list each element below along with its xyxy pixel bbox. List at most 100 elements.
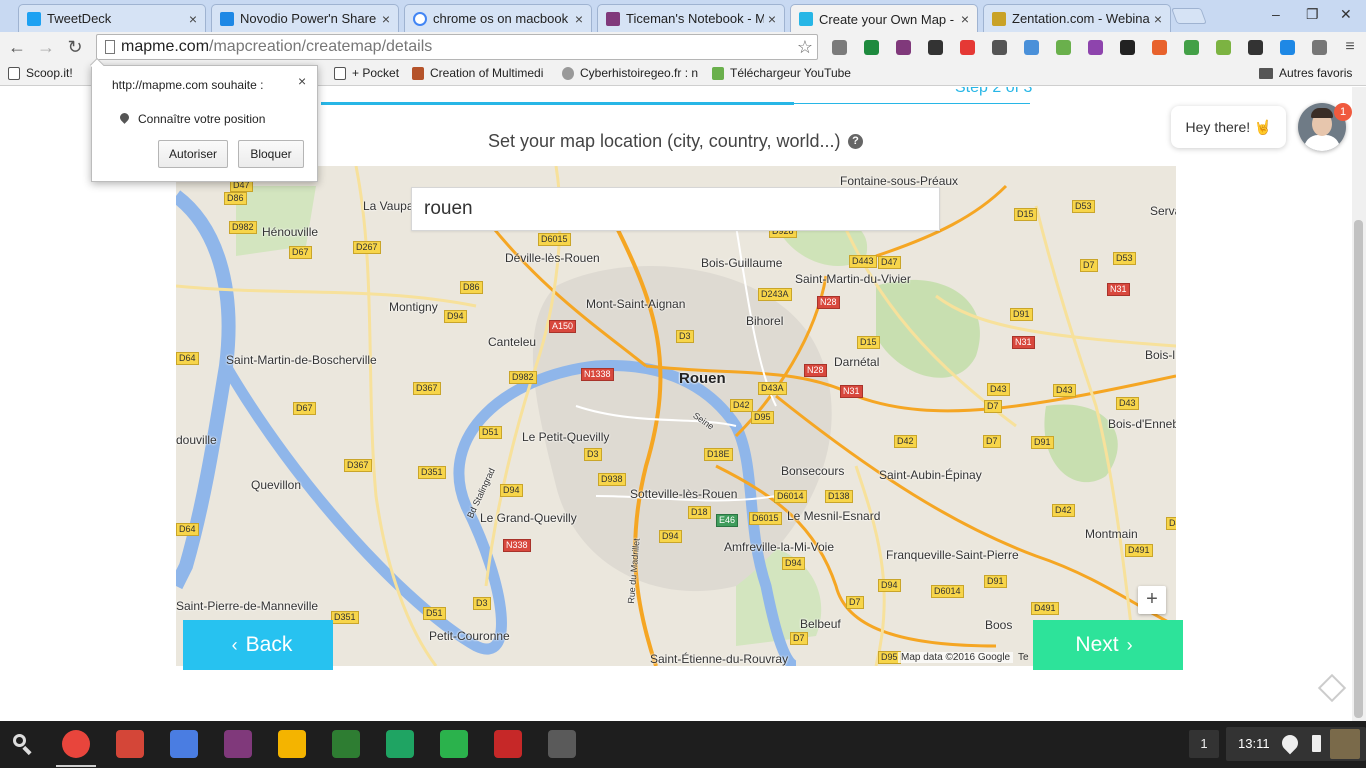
road-label: D15	[857, 336, 880, 349]
secondary-road	[854, 465, 886, 666]
map-view[interactable]: Rouen Bois-Guillaume Saint-Martin-du-Viv…	[176, 166, 1176, 666]
settings-app-icon[interactable]	[548, 730, 576, 758]
extension-icon[interactable]	[992, 40, 1007, 55]
chrome-app-icon[interactable]	[56, 730, 96, 767]
zoom-in-button[interactable]: +	[1138, 586, 1166, 614]
page-icon	[334, 66, 346, 80]
bookmark-pocket[interactable]: + Pocket	[334, 66, 399, 80]
road-label: D351	[418, 466, 446, 479]
road-label: D15	[1014, 208, 1037, 221]
bookmark-scoopit[interactable]: Scoop.it!	[8, 66, 73, 80]
reload-icon[interactable]: ↻	[65, 37, 85, 57]
extension-icon[interactable]	[1120, 40, 1135, 55]
chat-greeting-bubble[interactable]: Hey there! 🤘	[1171, 106, 1286, 148]
tab-onenote[interactable]: Ticeman's Notebook - Mic ×	[597, 4, 785, 32]
extension-icon[interactable]	[1088, 40, 1103, 55]
extension-icon[interactable]	[1024, 40, 1039, 55]
extension-icon[interactable]	[896, 40, 911, 55]
slides-app-icon[interactable]	[278, 730, 306, 758]
bookmark-star-icon[interactable]: ☆	[797, 37, 813, 58]
feedly-app-icon[interactable]	[440, 730, 468, 758]
tab-title: TweetDeck	[47, 11, 112, 26]
close-tab-icon[interactable]: ×	[382, 11, 390, 27]
other-bookmarks-folder[interactable]: Autres favoris	[1259, 66, 1352, 80]
road-label: D43A	[758, 382, 787, 395]
back-button[interactable]: ‹ Back	[183, 620, 333, 670]
extension-icon[interactable]	[864, 40, 879, 55]
site-icon	[220, 11, 234, 26]
map-place: Saint-Pierre-de-Manneville	[176, 599, 319, 613]
road-label: D6015	[749, 512, 782, 525]
extension-icon[interactable]	[1216, 40, 1231, 55]
tab-tweetdeck[interactable]: TweetDeck ×	[18, 4, 206, 32]
avatar-shirt	[1304, 135, 1340, 151]
road-label: N31	[1012, 336, 1035, 349]
onenote-app-icon[interactable]	[224, 730, 252, 758]
map-place: Mont-Saint-Aignan	[586, 297, 686, 311]
back-arrow-icon[interactable]: ←	[7, 37, 27, 57]
drive-app-icon[interactable]	[386, 730, 414, 758]
extension-icon[interactable]	[1056, 40, 1071, 55]
bookmark-cyberhistoire[interactable]: Cyberhistoiregeo.fr : n	[562, 66, 700, 80]
maximize-button[interactable]: ❐	[1306, 6, 1319, 23]
location-prompt: Set your map location (city, country, wo…	[488, 131, 841, 151]
tab-mapme[interactable]: Create your Own Map - Ma ×	[790, 4, 978, 33]
graph-app-icon[interactable]	[332, 730, 360, 758]
extension-icon[interactable]	[1152, 40, 1167, 55]
location-search-input[interactable]	[411, 187, 940, 231]
block-button[interactable]: Bloquer	[238, 140, 304, 168]
browser-toolbar: ← → ↻ mapme.com/mapcreation/createmap/de…	[0, 32, 1366, 62]
photos-app-icon[interactable]	[494, 730, 522, 758]
close-tab-icon[interactable]: ×	[1154, 11, 1162, 27]
bookmark-multimedia[interactable]: Creation of Multimedi	[412, 66, 550, 80]
window-count[interactable]: 1	[1189, 730, 1219, 758]
search-handle	[22, 745, 32, 756]
map-place: Serva	[1150, 204, 1176, 218]
close-icon[interactable]: ×	[298, 73, 306, 89]
minimize-button[interactable]: –	[1272, 6, 1280, 22]
search-icon[interactable]	[8, 730, 36, 758]
gmail-app-icon[interactable]	[116, 730, 144, 758]
extension-icon[interactable]	[1248, 40, 1263, 55]
map-attribution-terms[interactable]: Te	[1018, 652, 1029, 663]
extension-icon[interactable]	[1280, 40, 1295, 55]
help-icon[interactable]: ?	[848, 134, 863, 149]
map-place: Montmain	[1085, 527, 1138, 541]
road-label: A150	[549, 320, 577, 333]
forward-arrow-icon[interactable]: →	[36, 37, 56, 57]
close-tab-icon[interactable]: ×	[768, 11, 776, 27]
chat-notification-badge: 1	[1334, 103, 1352, 121]
next-button[interactable]: Next ›	[1033, 620, 1183, 670]
allow-button[interactable]: Autoriser	[158, 140, 228, 168]
close-window-button[interactable]: ✕	[1340, 6, 1352, 23]
address-bar[interactable]: mapme.com/mapcreation/createmap/details …	[96, 34, 818, 60]
docs-app-icon[interactable]	[170, 730, 198, 758]
road-label: D86	[224, 192, 247, 205]
road-label: D3	[676, 330, 694, 343]
road-label: D91	[1031, 436, 1054, 449]
extension-icon[interactable]	[1184, 40, 1199, 55]
tab-novodio[interactable]: Novodio Power'n Share - É ×	[211, 4, 399, 32]
scrollbar-thumb[interactable]	[1354, 220, 1363, 718]
tab-google-search[interactable]: chrome os on macbook - G ×	[404, 4, 592, 32]
extension-icon[interactable]	[832, 40, 847, 55]
new-tab-button[interactable]	[1171, 8, 1207, 24]
status-tray[interactable]: 13:11	[1226, 727, 1366, 761]
support-icon[interactable]	[1317, 673, 1347, 703]
road-label: D42	[730, 399, 753, 412]
menu-icon[interactable]: ≡	[1340, 37, 1360, 57]
tab-zentation[interactable]: Zentation.com - Webinar s ×	[983, 4, 1171, 32]
close-tab-icon[interactable]: ×	[189, 11, 197, 27]
page-icon	[8, 66, 20, 80]
extension-icon[interactable]	[928, 40, 943, 55]
close-tab-icon[interactable]: ×	[575, 11, 583, 27]
step-progress-remaining	[794, 103, 1030, 104]
extension-icon[interactable]	[960, 40, 975, 55]
twitter-icon	[27, 11, 41, 26]
download-arrow-icon	[712, 66, 724, 80]
map-canvas	[176, 166, 1176, 666]
map-place: Saint-Martin-de-Boscherville	[226, 353, 377, 367]
extension-icon[interactable]	[1312, 40, 1327, 55]
close-tab-icon[interactable]: ×	[961, 11, 969, 27]
bookmark-youtube-downloader[interactable]: Téléchargeur YouTube	[712, 66, 852, 80]
